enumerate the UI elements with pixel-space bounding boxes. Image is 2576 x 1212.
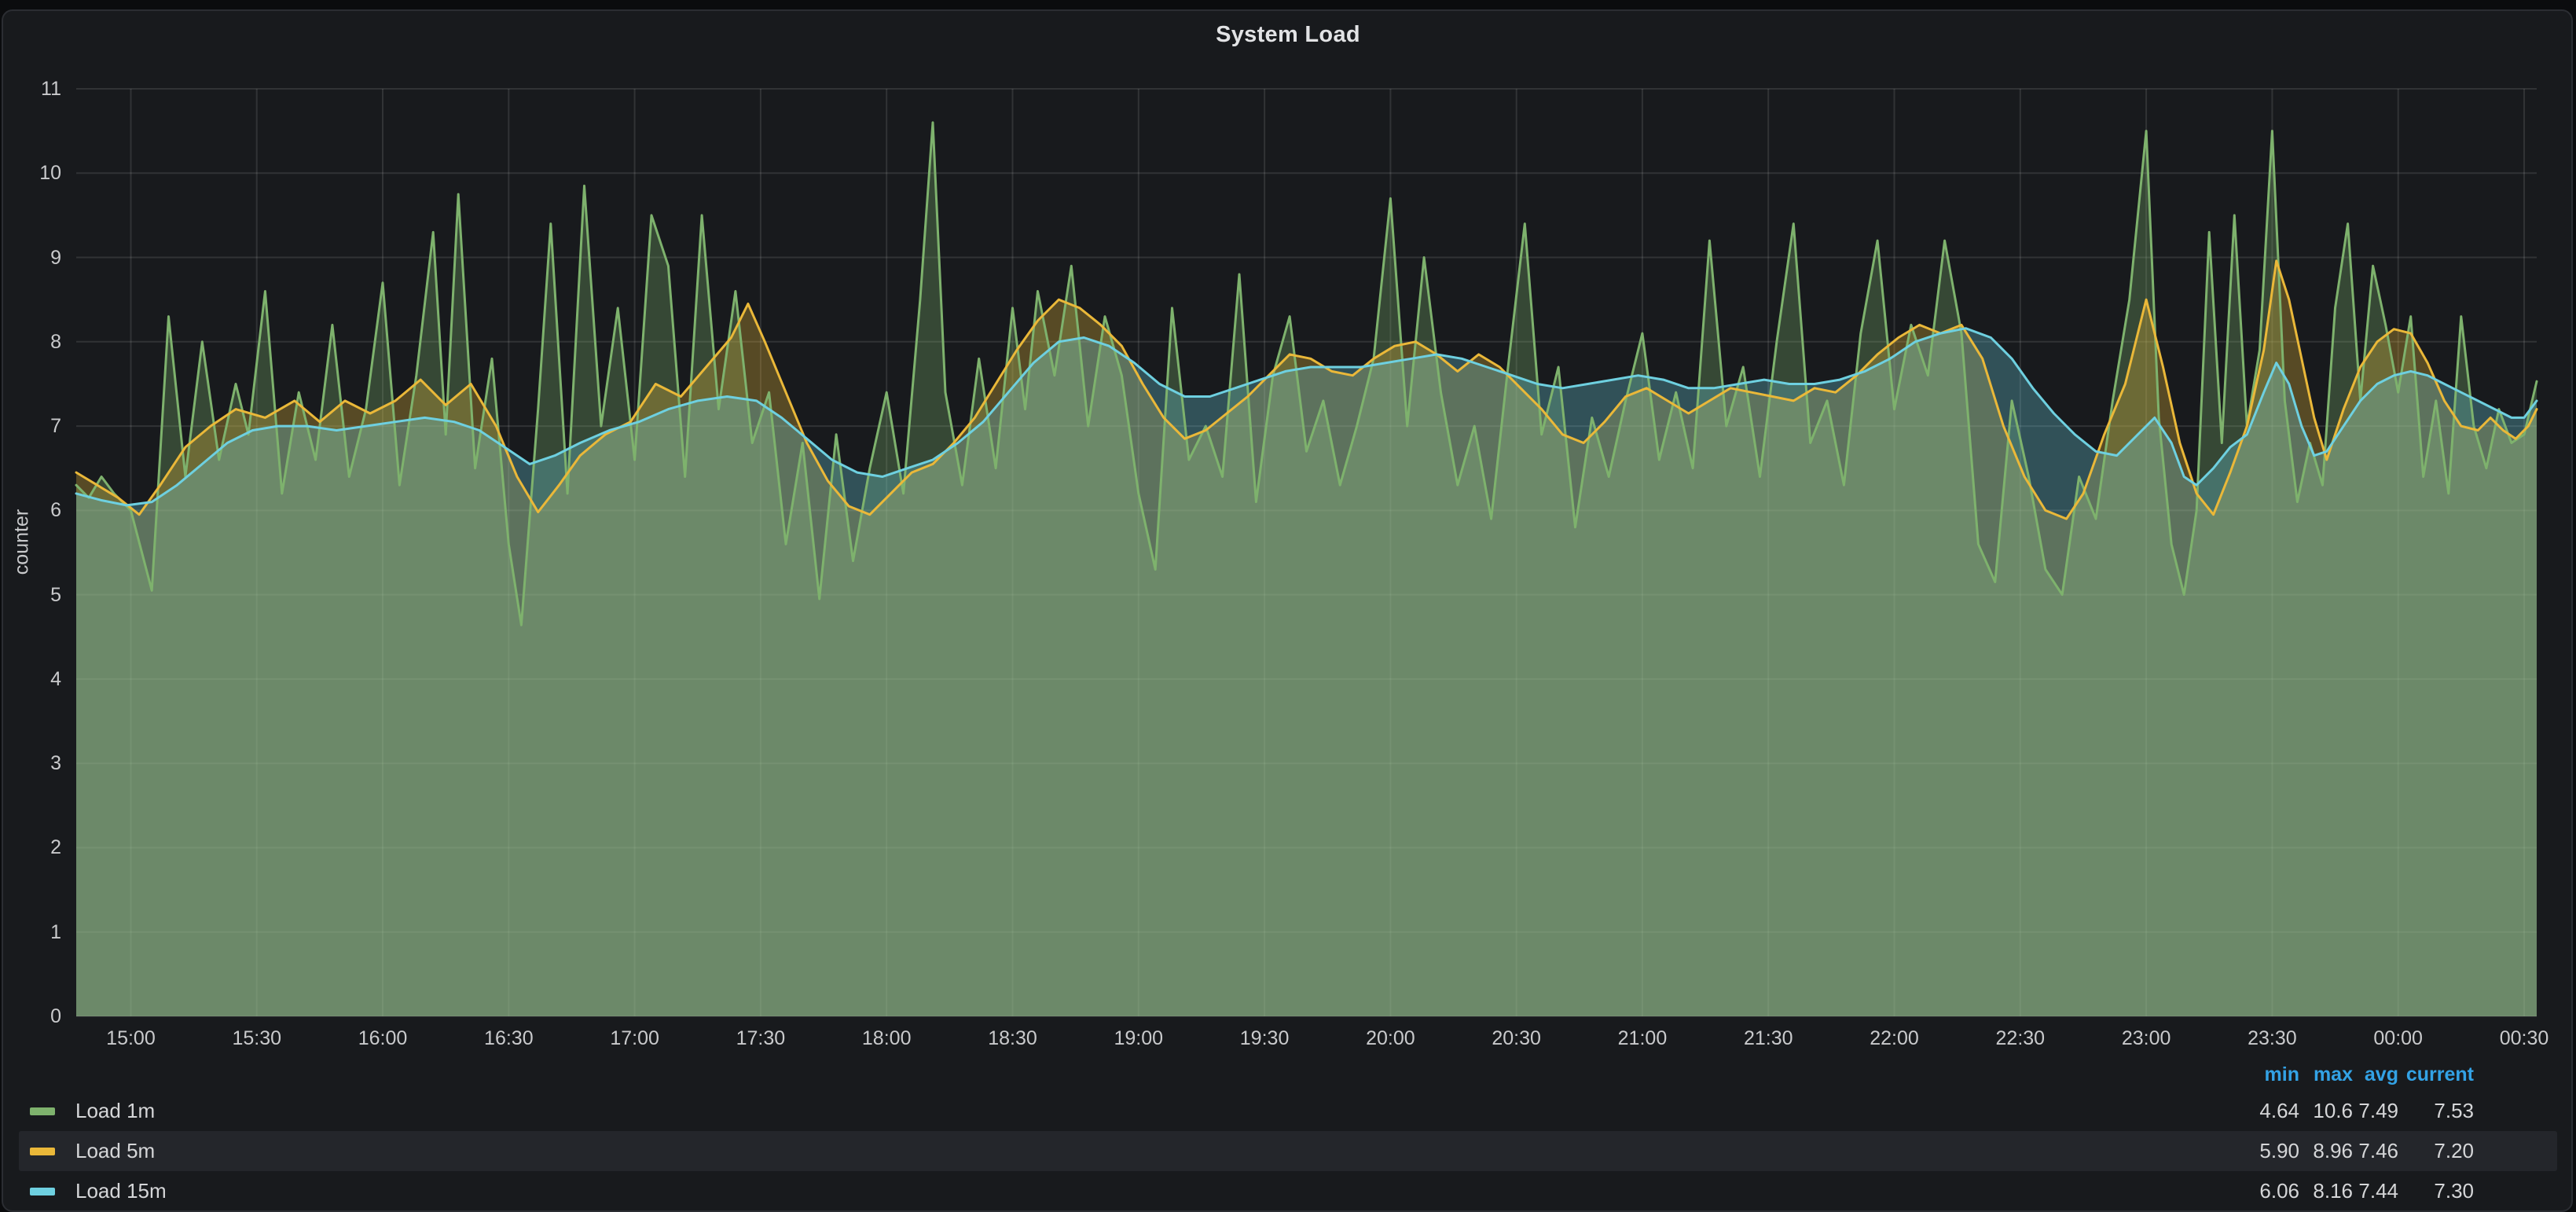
y-axis-tick-label: 1 [0, 920, 61, 944]
x-axis-tick-label: 19:30 [1217, 1027, 1312, 1050]
x-axis-tick-label: 18:00 [839, 1027, 934, 1050]
x-axis-tick-label: 20:00 [1343, 1027, 1437, 1050]
legend-row-load-15m: Load 15m 6.06 8.16 7.44 7.30 [19, 1171, 2557, 1211]
panel-title[interactable]: System Load [1216, 11, 1360, 58]
series-color-swatch-load-1m [30, 1107, 55, 1115]
legend-value-current: 7.53 [2398, 1099, 2474, 1123]
legend-value-avg: 7.49 [2353, 1099, 2398, 1123]
legend-value-current: 7.30 [2398, 1179, 2474, 1203]
legend-value-min: 4.64 [2215, 1099, 2299, 1123]
legend-value-current: 7.20 [2398, 1139, 2474, 1163]
legend-column-min[interactable]: min [2215, 1063, 2299, 1086]
y-axis-tick-label: 10 [0, 161, 61, 185]
x-axis-tick-label: 00:30 [2477, 1027, 2571, 1050]
legend-column-max[interactable]: max [2299, 1063, 2353, 1086]
x-axis-tick-label: 21:00 [1595, 1027, 1690, 1050]
legend-header-row: min max avg current [19, 1058, 2557, 1091]
x-axis-tick-label: 16:00 [336, 1027, 430, 1050]
legend-value-max: 8.16 [2299, 1179, 2353, 1203]
legend-value-max: 8.96 [2299, 1139, 2353, 1163]
y-axis-tick-label: 7 [0, 414, 61, 438]
x-axis-tick-label: 22:00 [1848, 1027, 1942, 1050]
x-axis-tick-label: 20:30 [1470, 1027, 1564, 1050]
legend-series-label: Load 15m [75, 1179, 167, 1203]
y-axis-tick-label: 3 [0, 751, 61, 775]
y-axis-tick-label: 0 [0, 1004, 61, 1028]
x-axis-tick-label: 00:00 [2351, 1027, 2446, 1050]
legend-series-toggle-load-15m[interactable]: Load 15m [30, 1179, 2215, 1203]
x-axis-tick-label: 15:30 [210, 1027, 304, 1050]
x-axis-tick-label: 21:30 [1721, 1027, 1815, 1050]
y-axis-tick-label: 8 [0, 330, 61, 354]
legend-column-current[interactable]: current [2398, 1063, 2474, 1086]
y-axis-tick-label: 4 [0, 667, 61, 691]
x-axis-tick-label: 19:00 [1092, 1027, 1186, 1050]
legend-row-load-1m: Load 1m 4.64 10.6 7.49 7.53 [19, 1091, 2557, 1131]
legend-value-min: 5.90 [2215, 1139, 2299, 1163]
legend-value-avg: 7.46 [2353, 1139, 2398, 1163]
legend-value-min: 6.06 [2215, 1179, 2299, 1203]
x-axis-tick-label: 23:30 [2225, 1027, 2319, 1050]
y-axis-tick-label: 11 [0, 77, 61, 101]
series-color-swatch-load-15m [30, 1188, 55, 1195]
series-color-swatch-load-5m [30, 1148, 55, 1155]
x-axis-tick-label: 18:30 [965, 1027, 1059, 1050]
x-axis-tick-label: 23:00 [2099, 1027, 2193, 1050]
legend-series-toggle-load-5m[interactable]: Load 5m [30, 1139, 2215, 1163]
legend-series-toggle-load-1m[interactable]: Load 1m [30, 1099, 2215, 1123]
legend-table: min max avg current Load 1m 4.64 10.6 7.… [19, 1058, 2557, 1211]
legend-series-label: Load 5m [75, 1139, 155, 1163]
legend-value-avg: 7.44 [2353, 1179, 2398, 1203]
panel-header: System Load [0, 11, 2576, 58]
y-axis-tick-label: 5 [0, 583, 61, 607]
x-axis-tick-label: 22:30 [1973, 1027, 2068, 1050]
x-axis-tick-label: 17:00 [588, 1027, 682, 1050]
y-axis-tick-label: 9 [0, 246, 61, 270]
x-axis-tick-label: 15:00 [83, 1027, 178, 1050]
y-axis-tick-label: 6 [0, 498, 61, 522]
y-axis-tick-label: 2 [0, 836, 61, 859]
legend-value-max: 10.6 [2299, 1099, 2353, 1123]
legend-row-load-5m: Load 5m 5.90 8.96 7.46 7.20 [19, 1131, 2557, 1171]
x-axis-tick-label: 16:30 [461, 1027, 556, 1050]
legend-series-label: Load 1m [75, 1099, 155, 1123]
x-axis-tick-label: 17:30 [714, 1027, 808, 1050]
legend-column-avg[interactable]: avg [2353, 1063, 2398, 1086]
